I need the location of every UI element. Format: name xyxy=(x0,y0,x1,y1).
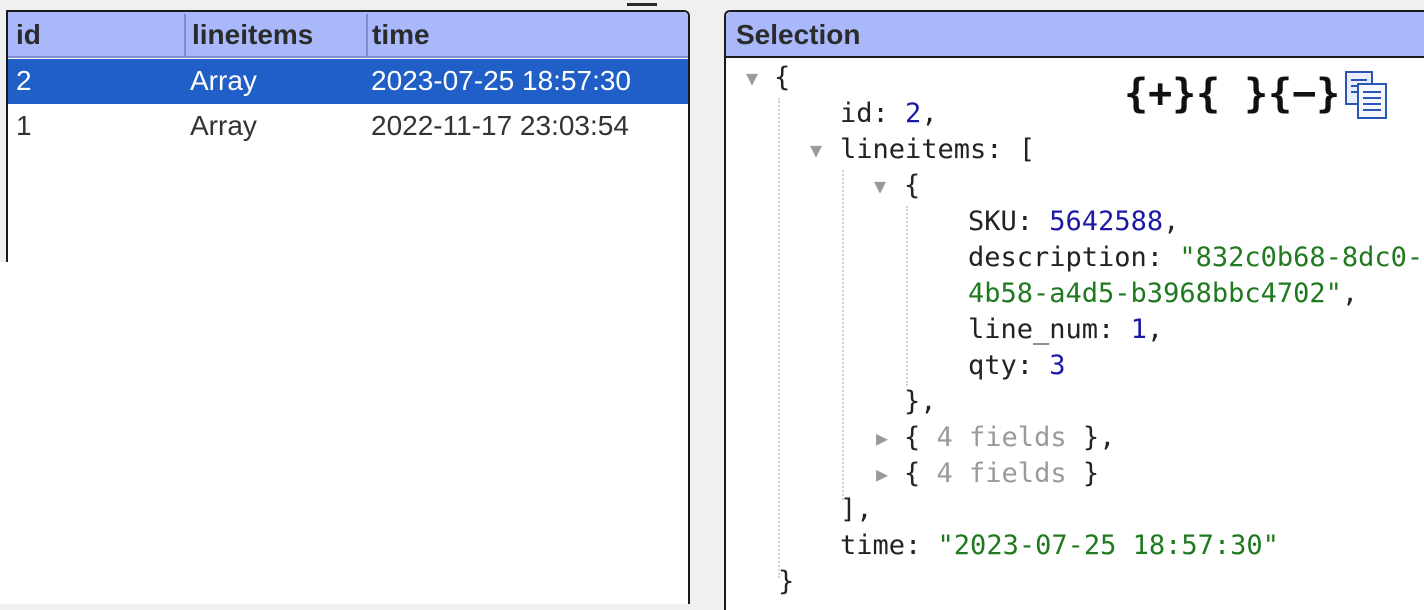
indent-guide xyxy=(778,98,780,578)
json-root-close: } xyxy=(778,566,795,597)
json-item-close: }, xyxy=(904,386,937,417)
json-field-description-cont: 4b58-a4d5-b3968bbc4702", xyxy=(968,278,1359,309)
json-string: "2023-07-25 18:57:30" xyxy=(937,530,1279,561)
json-field-sku: SKU: 5642588, xyxy=(968,206,1180,237)
json-key: line_num: xyxy=(968,314,1115,345)
cell-time: 2022-11-17 23:03:54 xyxy=(371,110,629,141)
braces-icon[interactable]: { } xyxy=(1196,72,1268,116)
json-key: time: xyxy=(840,530,922,561)
cell-lineitems: Array xyxy=(190,65,257,96)
expand-arrow-icon[interactable]: ▶ xyxy=(876,464,896,484)
collapse-arrow-icon[interactable]: ▼ xyxy=(874,176,894,196)
json-number: 5642588 xyxy=(1049,206,1164,237)
json-collapsed-item[interactable]: { 4 fields }, xyxy=(904,420,1115,456)
indent-guide xyxy=(842,170,844,500)
table-row[interactable]: 2 Array 2023-07-25 18:57:30 xyxy=(8,59,688,104)
json-field-lineitems: lineitems: [ xyxy=(840,134,1036,165)
column-header-lineitems[interactable]: lineitems xyxy=(184,12,366,56)
json-field-line-num: line_num: 1, xyxy=(968,314,1164,345)
json-field-qty: qty: 3 xyxy=(968,348,1066,384)
data-grid: id lineitems time 2 Array 2023-07-25 18:… xyxy=(8,10,690,604)
collapse-arrow-icon[interactable]: ▼ xyxy=(810,140,830,160)
collapsed-field-count: 4 fields xyxy=(936,422,1067,453)
cell-lineitems: Array xyxy=(190,110,257,141)
top-strip xyxy=(0,0,1424,10)
collapse-all-icon[interactable]: {−} xyxy=(1268,72,1340,116)
cell-id: 1 xyxy=(16,110,32,141)
collapsed-field-count: 4 fields xyxy=(936,458,1067,489)
json-key: SKU: xyxy=(968,206,1034,237)
json-key: qty: xyxy=(968,350,1034,381)
indent-guide xyxy=(906,206,908,386)
selection-header: Selection xyxy=(726,12,1424,58)
cell-time: 2023-07-25 18:57:30 xyxy=(371,65,631,96)
json-array-close: ], xyxy=(840,494,873,525)
json-number: 1 xyxy=(1130,314,1147,345)
json-number: 3 xyxy=(1049,350,1066,381)
json-root-open: { xyxy=(774,62,791,93)
json-field-id: id: 2, xyxy=(840,98,938,129)
expand-arrow-icon[interactable]: ▶ xyxy=(876,428,896,448)
json-field-description: description: "832c0b68-8dc0- xyxy=(968,240,1423,276)
json-key: id: xyxy=(840,98,889,129)
cell-id: 2 xyxy=(16,65,32,96)
column-header-time[interactable]: time xyxy=(364,12,684,56)
table-row[interactable]: 1 Array 2022-11-17 23:03:54 xyxy=(8,104,688,149)
collapse-arrow-icon[interactable]: ▼ xyxy=(746,68,766,88)
clipboard-copy-icon[interactable] xyxy=(1342,70,1390,120)
json-collapsed-item[interactable]: { 4 fields } xyxy=(904,456,1099,492)
json-number: 2 xyxy=(905,98,922,129)
json-field-time: time: "2023-07-25 18:57:30" xyxy=(840,528,1279,564)
column-header-id[interactable]: id xyxy=(8,12,184,56)
json-key: lineitems: xyxy=(840,134,1003,165)
expand-all-icon[interactable]: {+} xyxy=(1124,72,1196,116)
json-string: "832c0b68-8dc0- xyxy=(1179,242,1424,273)
grid-header: id lineitems time xyxy=(8,12,688,58)
json-key: description: xyxy=(968,242,1164,273)
selection-title: Selection xyxy=(736,19,861,50)
selection-panel: Selection {+} { } {−} ▼ { id: 2, ▼ linei… xyxy=(724,10,1424,610)
json-string: 4b58-a4d5-b3968bbc4702" xyxy=(968,278,1342,309)
json-viewer: {+} { } {−} ▼ { id: 2, ▼ lineitems: [▼ … xyxy=(726,58,1424,610)
json-item-open: { xyxy=(904,170,921,201)
splitter-grip[interactable] xyxy=(627,0,657,6)
